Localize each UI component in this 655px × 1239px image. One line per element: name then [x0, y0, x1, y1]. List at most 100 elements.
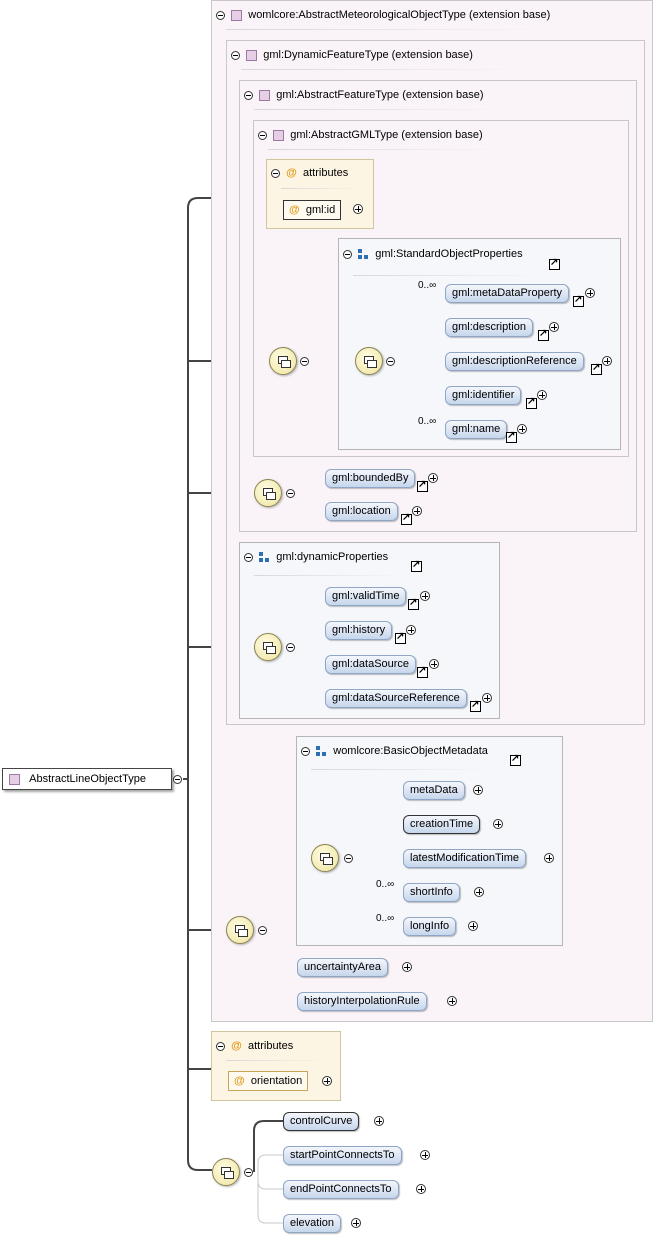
expand-plus-icon[interactable]	[468, 921, 478, 931]
expand-plus-icon[interactable]	[474, 887, 484, 897]
gml-base-header[interactable]: gml:AbstractGMLType (extension base)	[258, 124, 483, 146]
collapse-minus-icon[interactable]	[286, 643, 295, 652]
reference-arrow-icon[interactable]	[417, 479, 428, 492]
collapse-minus-icon[interactable]	[344, 854, 353, 863]
element-controlcurve[interactable]: controlCurve	[283, 1112, 360, 1131]
element-gml-name[interactable]: gml:name	[445, 420, 508, 439]
element-longinfo[interactable]: longInfo	[403, 917, 457, 936]
reference-arrow-icon[interactable]	[395, 631, 406, 644]
collapse-minus-icon[interactable]	[286, 489, 295, 498]
collapse-minus-icon[interactable]	[244, 90, 253, 100]
reference-arrow-icon[interactable]	[549, 257, 560, 270]
reference-arrow-icon[interactable]	[408, 597, 419, 610]
sequence-compositor-icon[interactable]	[269, 347, 297, 375]
collapse-minus-icon[interactable]	[258, 130, 267, 140]
collapse-minus-icon[interactable]	[271, 168, 280, 178]
element-gml-boundedby[interactable]: gml:boundedBy	[325, 469, 416, 488]
sequence-compositor-icon[interactable]	[212, 1158, 240, 1186]
reference-arrow-icon[interactable]	[510, 753, 521, 766]
expand-plus-icon[interactable]	[493, 819, 503, 829]
attributes-header[interactable]: @ attributes	[216, 1035, 293, 1057]
expand-plus-icon[interactable]	[585, 288, 595, 298]
expand-plus-icon[interactable]	[412, 506, 422, 516]
group-header[interactable]: gml:StandardObjectProperties	[343, 243, 523, 265]
expand-plus-icon[interactable]	[416, 1184, 426, 1194]
element-elevation[interactable]: elevation	[283, 1214, 342, 1233]
reference-arrow-icon[interactable]	[538, 328, 549, 341]
element-gml-identifier[interactable]: gml:identifier	[445, 386, 522, 405]
element-creationtime[interactable]: creationTime	[403, 815, 481, 834]
expand-plus-icon[interactable]	[406, 625, 416, 635]
sequence-compositor-icon[interactable]	[254, 479, 282, 507]
expand-plus-icon[interactable]	[420, 1150, 430, 1160]
reference-arrow-icon[interactable]	[411, 559, 422, 572]
expand-plus-icon[interactable]	[351, 1218, 361, 1228]
reference-arrow-icon[interactable]	[506, 430, 517, 443]
expand-plus-icon[interactable]	[402, 962, 412, 972]
element-gml-metadataproperty[interactable]: gml:metaDataProperty	[445, 284, 570, 303]
reference-arrow-icon[interactable]	[591, 362, 602, 375]
collapse-minus-icon[interactable]	[343, 249, 352, 259]
expand-plus-icon[interactable]	[549, 322, 559, 332]
expand-plus-icon[interactable]	[429, 659, 439, 669]
collapse-minus-icon[interactable]	[300, 357, 309, 366]
reference-arrow-icon[interactable]	[417, 665, 428, 678]
collapse-minus-icon[interactable]	[244, 1168, 253, 1177]
element-historyinterpolationrule[interactable]: historyInterpolationRule	[297, 992, 427, 1011]
element-shortinfo[interactable]: shortInfo	[403, 883, 460, 902]
collapse-minus-icon[interactable]	[244, 552, 253, 562]
expand-plus-icon[interactable]	[517, 424, 527, 434]
collapse-minus-icon[interactable]	[173, 775, 182, 784]
group-title: gml:StandardObjectProperties	[375, 248, 523, 260]
collapse-minus-icon[interactable]	[231, 50, 240, 60]
expand-plus-icon[interactable]	[447, 996, 457, 1006]
expand-plus-icon[interactable]	[374, 1116, 384, 1126]
feature-base-header[interactable]: gml:AbstractFeatureType (extension base)	[244, 84, 484, 106]
expand-plus-icon[interactable]	[420, 591, 430, 601]
collapse-minus-icon[interactable]	[216, 1041, 225, 1051]
sequence-compositor-icon[interactable]	[254, 633, 282, 661]
expand-plus-icon[interactable]	[537, 390, 547, 400]
group-header[interactable]: womlcore:BasicObjectMetadata	[301, 740, 488, 762]
reference-arrow-icon[interactable]	[401, 512, 412, 525]
element-gml-datasource[interactable]: gml:dataSource	[325, 655, 417, 674]
expand-plus-icon[interactable]	[322, 1076, 332, 1086]
collapse-minus-icon[interactable]	[216, 10, 225, 20]
dynamic-feature-base-header[interactable]: gml:DynamicFeatureType (extension base)	[231, 44, 473, 66]
group-header[interactable]: gml:dynamicProperties	[244, 546, 388, 568]
root-complex-type[interactable]: AbstractLineObjectType	[2, 768, 172, 790]
element-endpointconnectsto[interactable]: endPointConnectsTo	[283, 1180, 399, 1199]
element-uncertaintyarea[interactable]: uncertaintyArea	[297, 958, 389, 977]
element-gml-location[interactable]: gml:location	[325, 502, 398, 521]
collapse-minus-icon[interactable]	[386, 357, 395, 366]
element-startpointconnectsto[interactable]: startPointConnectsTo	[283, 1146, 402, 1165]
expand-plus-icon[interactable]	[544, 853, 554, 863]
attribute-orientation[interactable]: @ orientation	[228, 1071, 309, 1091]
attribute-at-icon: @	[234, 1075, 245, 1087]
element-metadata[interactable]: metaData	[403, 781, 465, 800]
collapse-minus-icon[interactable]	[301, 746, 310, 756]
expand-plus-icon[interactable]	[353, 204, 363, 214]
base-type-label: womlcore:AbstractMeteorologicalObjectTyp…	[248, 9, 551, 21]
sequence-compositor-icon[interactable]	[355, 347, 383, 375]
element-gml-history[interactable]: gml:history	[325, 621, 393, 640]
element-latestmodificationtime[interactable]: latestModificationTime	[403, 849, 527, 868]
standard-object-properties-group: gml:StandardObjectProperties	[338, 238, 621, 450]
element-gml-description[interactable]: gml:description	[445, 318, 533, 337]
element-gml-validtime[interactable]: gml:validTime	[325, 587, 407, 606]
collapse-minus-icon[interactable]	[258, 926, 267, 935]
attribute-gml-id[interactable]: @ gml:id	[283, 200, 342, 220]
attributes-header[interactable]: @ attributes	[271, 162, 348, 184]
reference-arrow-icon[interactable]	[470, 699, 481, 712]
element-gml-descriptionreference[interactable]: gml:descriptionReference	[445, 352, 584, 371]
expand-plus-icon[interactable]	[602, 356, 612, 366]
expand-plus-icon[interactable]	[482, 693, 492, 703]
sequence-compositor-icon[interactable]	[311, 844, 339, 872]
reference-arrow-icon[interactable]	[573, 294, 584, 307]
reference-arrow-icon[interactable]	[526, 396, 537, 409]
element-gml-datasourcereference[interactable]: gml:dataSourceReference	[325, 689, 467, 708]
meteorological-base-header[interactable]: womlcore:AbstractMeteorologicalObjectTyp…	[216, 4, 550, 26]
expand-plus-icon[interactable]	[428, 473, 438, 483]
expand-plus-icon[interactable]	[473, 785, 483, 795]
sequence-compositor-icon[interactable]	[226, 916, 254, 944]
